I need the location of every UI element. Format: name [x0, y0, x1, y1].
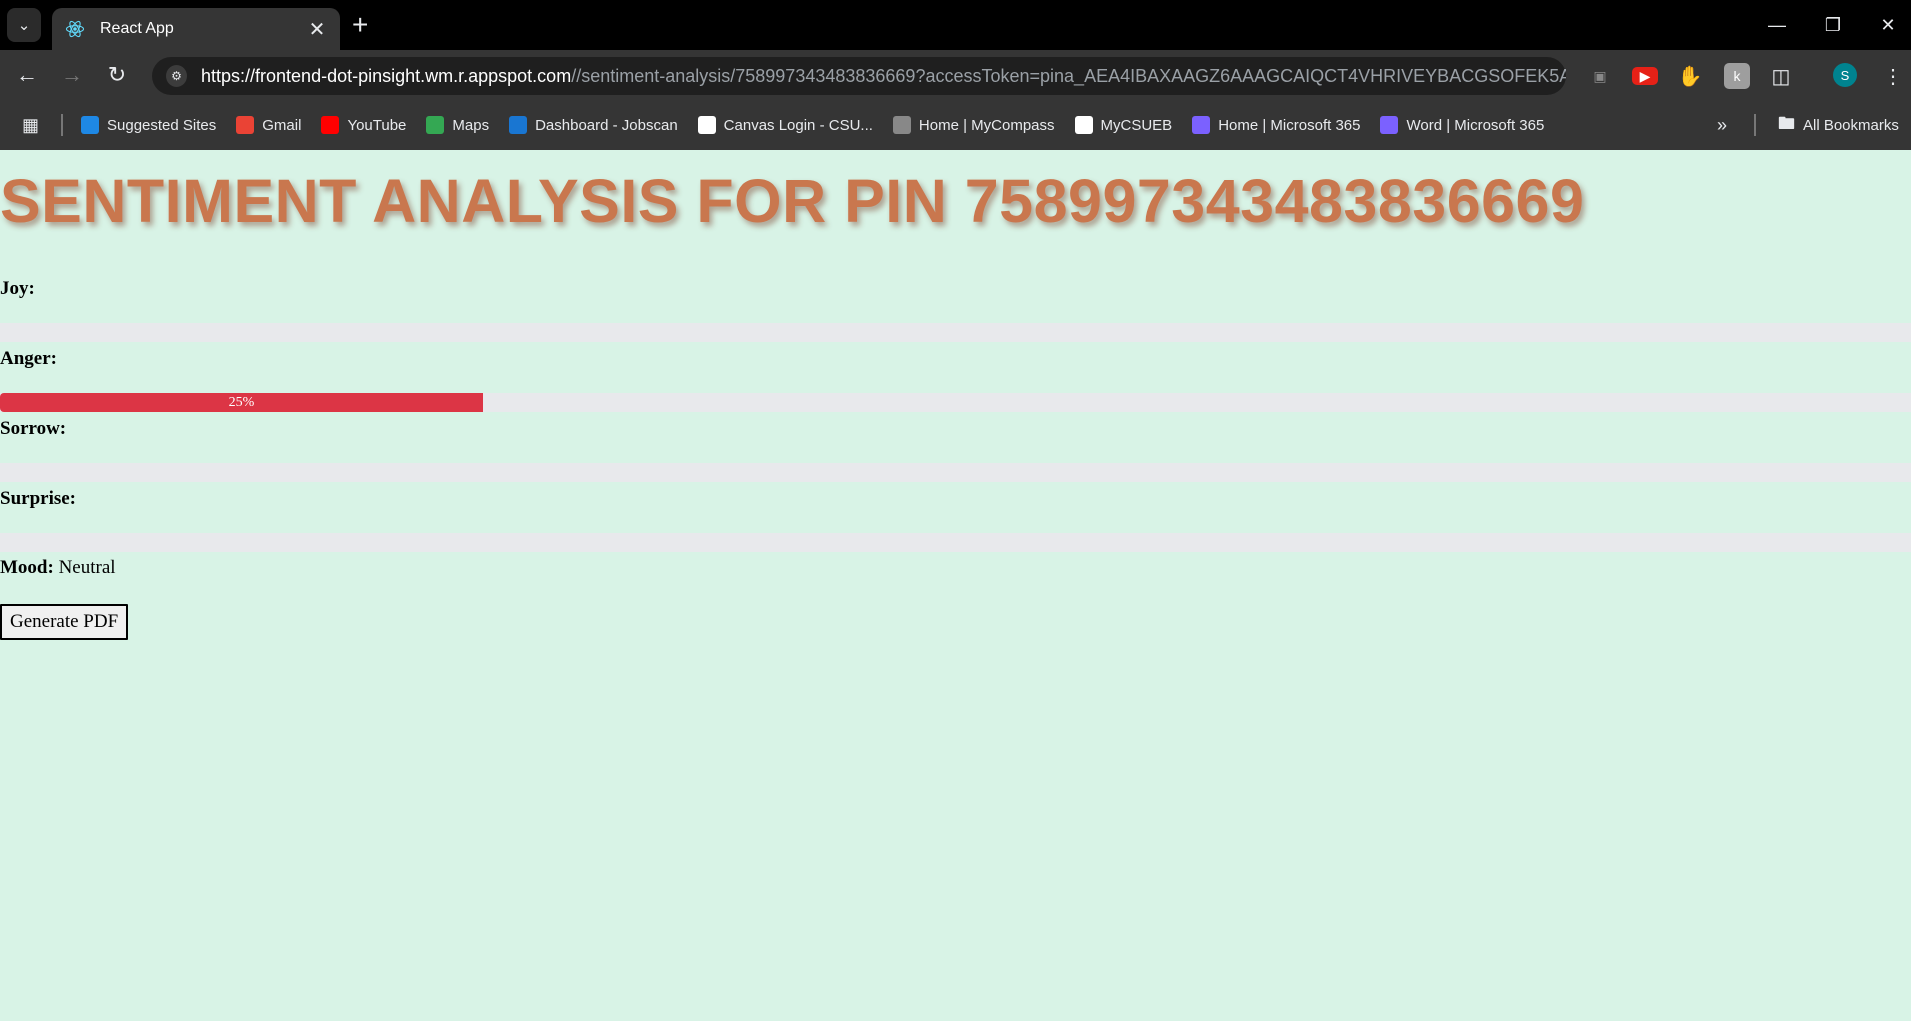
anger-progress-fill: 25%	[0, 393, 483, 412]
back-arrow-icon[interactable]: ←	[12, 60, 42, 90]
bookmark-item[interactable]: Maps	[426, 116, 489, 134]
bookmark-label: Home | Microsoft 365	[1218, 116, 1361, 134]
bookmark-item[interactable]: MyCSUEB	[1074, 116, 1173, 134]
surprise-label: Surprise:	[0, 488, 76, 509]
bookmark-label: Dashboard - Jobscan	[535, 116, 678, 134]
url-text[interactable]: https://frontend-dot-pinsight.wm.r.appsp…	[201, 66, 1566, 87]
all-bookmarks-button[interactable]: 🖿 All Bookmarks	[1778, 111, 1899, 140]
bookmarks-divider-right	[1754, 114, 1756, 136]
url-host: https://frontend-dot-pinsight.wm.r.appsp…	[201, 65, 572, 86]
page-title: SENTIMENT ANALYSIS FOR PIN 7589973434838…	[0, 167, 1585, 235]
bookmark-label: MyCSUEB	[1100, 116, 1173, 134]
extensions-puzzle-icon[interactable]: ◫	[1768, 63, 1794, 89]
joy-progress-track	[0, 323, 1911, 342]
bookmark-favicon-icon	[236, 116, 255, 134]
mood-value: Neutral	[58, 557, 116, 578]
minimize-button[interactable]: —	[1749, 0, 1805, 50]
bookmark-item[interactable]: Home | Microsoft 365	[1192, 116, 1360, 134]
menu-kebab-icon[interactable]: ⋮	[1880, 63, 1906, 89]
folder-icon: 🖿	[1778, 113, 1795, 133]
joy-label: Joy:	[0, 278, 35, 299]
bookmark-favicon-icon	[892, 116, 911, 134]
forward-arrow-icon[interactable]: →	[57, 60, 87, 90]
generate-pdf-button[interactable]: Generate PDF	[0, 604, 129, 640]
bookmark-label: Home | MyCompass	[918, 116, 1055, 134]
surprise-progress-track	[0, 533, 1911, 552]
bookmark-item[interactable]: Suggested Sites	[81, 116, 216, 134]
extension-youtube-icon[interactable]: ▶	[1632, 67, 1658, 85]
apps-grid-icon[interactable]: ▦	[22, 115, 39, 136]
bookmarks-bar: ▦ Suggested Sites Gmail YouTube Maps Dashboa…	[0, 100, 1911, 151]
bookmark-favicon-icon	[321, 116, 340, 134]
tab-strip: ⌄ React App ✕ + — ❐ ✕	[0, 0, 1911, 50]
extension-k-icon[interactable]: k	[1724, 63, 1750, 89]
extension-hand-icon[interactable]: ✋	[1677, 63, 1703, 89]
bookmark-label: Suggested Sites	[107, 116, 217, 134]
reload-icon[interactable]: ↻	[102, 60, 132, 90]
bookmark-item[interactable]: YouTube	[321, 116, 406, 134]
bookmark-favicon-icon	[426, 116, 445, 134]
bookmark-favicon-icon	[509, 116, 528, 134]
tab-title: React App	[100, 20, 174, 37]
bookmark-item[interactable]: Home | MyCompass	[892, 116, 1055, 134]
more-bookmarks-chevron-icon[interactable]: »	[1717, 115, 1727, 136]
page-content: SENTIMENT ANALYSIS FOR PIN 7589973434838…	[0, 150, 1911, 1021]
site-info-icon[interactable]: ⚙	[166, 65, 187, 87]
bookmark-label: Canvas Login - CSU...	[723, 116, 873, 134]
bookmarks-divider	[61, 114, 64, 136]
close-tab-icon[interactable]: ✕	[304, 17, 330, 42]
bookmark-item[interactable]: Gmail	[236, 116, 301, 134]
bookmark-favicon-icon	[1074, 116, 1093, 134]
bookmark-favicon-icon	[81, 116, 100, 134]
profile-avatar[interactable]: S	[1833, 63, 1857, 87]
bookmark-list: Suggested Sites Gmail YouTube Maps Dashboard…	[81, 116, 1564, 134]
url-path: //sentiment-analysis/758997343483836669?…	[571, 65, 1566, 86]
react-logo-icon	[64, 18, 86, 40]
bookmark-label: Gmail	[262, 116, 302, 134]
bookmark-item[interactable]: Word | Microsoft 365	[1380, 116, 1544, 134]
bookmark-label: Maps	[452, 116, 490, 134]
anger-label: Anger:	[0, 348, 57, 369]
sorrow-progress-track	[0, 463, 1911, 482]
mood-label: Mood:	[0, 557, 54, 578]
bookmark-favicon-icon	[1380, 116, 1399, 134]
sorrow-label: Sorrow:	[0, 418, 67, 439]
extension-robot-icon[interactable]: ▣	[1587, 63, 1613, 89]
bookmark-item[interactable]: Dashboard - Jobscan	[509, 116, 678, 134]
mood-row: Mood: Neutral	[0, 557, 116, 579]
close-window-button[interactable]: ✕	[1860, 0, 1911, 50]
all-bookmarks-label: All Bookmarks	[1803, 116, 1899, 134]
active-tab[interactable]: React App ✕	[52, 8, 340, 50]
bookmark-label: Word | Microsoft 365	[1406, 116, 1545, 134]
new-tab-button[interactable]: +	[352, 10, 368, 40]
bookmark-favicon-icon	[697, 116, 716, 134]
anger-progress-track: 25%	[0, 393, 1911, 412]
bookmark-label: YouTube	[347, 116, 407, 134]
chevron-down-icon: ⌄	[17, 17, 31, 34]
bookmark-favicon-icon	[1192, 116, 1211, 134]
restore-button[interactable]: ❐	[1805, 0, 1861, 50]
address-bar[interactable]: ⚙ https://frontend-dot-pinsight.wm.r.app…	[152, 57, 1566, 95]
tab-search-button[interactable]: ⌄	[7, 8, 41, 42]
browser-toolbar: ← → ↻ ⚙ https://frontend-dot-pinsight.wm…	[0, 50, 1911, 100]
bookmark-item[interactable]: Canvas Login - CSU...	[697, 116, 873, 134]
